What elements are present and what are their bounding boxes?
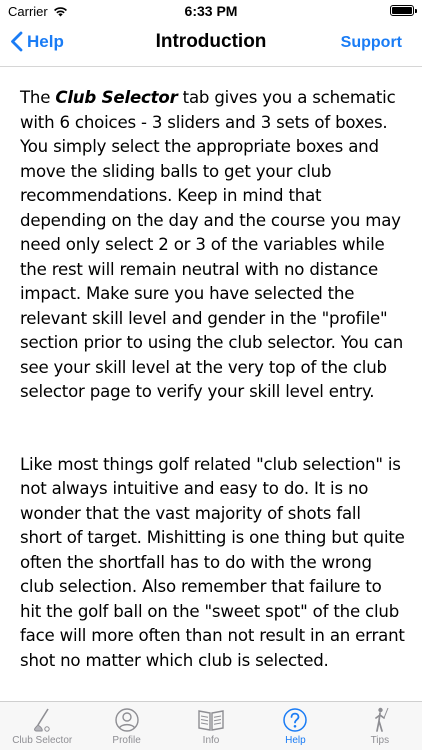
- status-bar: Carrier 6:33 PM: [0, 0, 422, 22]
- navigation-bar: Help Introduction Support: [0, 22, 422, 67]
- paragraph-body: tab gives you a schematic with 6 choices…: [20, 88, 404, 401]
- introduction-text: The Club Selector tab gives you a schema…: [20, 86, 405, 721]
- golfer-icon: [374, 707, 389, 732]
- intro-paragraph-1: The Club Selector tab gives you a schema…: [20, 86, 405, 405]
- tab-label: Club Selector: [12, 735, 73, 746]
- tab-label: Profile: [112, 735, 141, 746]
- tab-help[interactable]: Help: [253, 702, 337, 750]
- tab-bar: Club Selector Profile Info Help Tips: [0, 701, 422, 750]
- paragraph-lead: The: [20, 88, 56, 107]
- tab-label: Tips: [370, 735, 390, 746]
- battery-icon: [390, 5, 417, 16]
- book-icon: [198, 710, 224, 731]
- tab-info[interactable]: Info: [169, 702, 253, 750]
- question-icon: [283, 708, 308, 732]
- golf-club-icon: [34, 708, 50, 732]
- tab-club-selector[interactable]: Club Selector: [0, 702, 84, 750]
- intro-paragraph-2: Like most things golf related "club sele…: [20, 454, 405, 670]
- tab-tips[interactable]: Tips: [338, 702, 422, 750]
- club-selector-emphasis: Club Selector: [55, 88, 178, 107]
- tab-label: Info: [202, 735, 220, 746]
- support-button[interactable]: Support: [341, 34, 402, 52]
- status-time: 6:33 PM: [184, 3, 238, 19]
- tab-profile[interactable]: Profile: [84, 702, 168, 750]
- person-icon: [114, 708, 139, 732]
- tab-label: Help: [285, 735, 306, 746]
